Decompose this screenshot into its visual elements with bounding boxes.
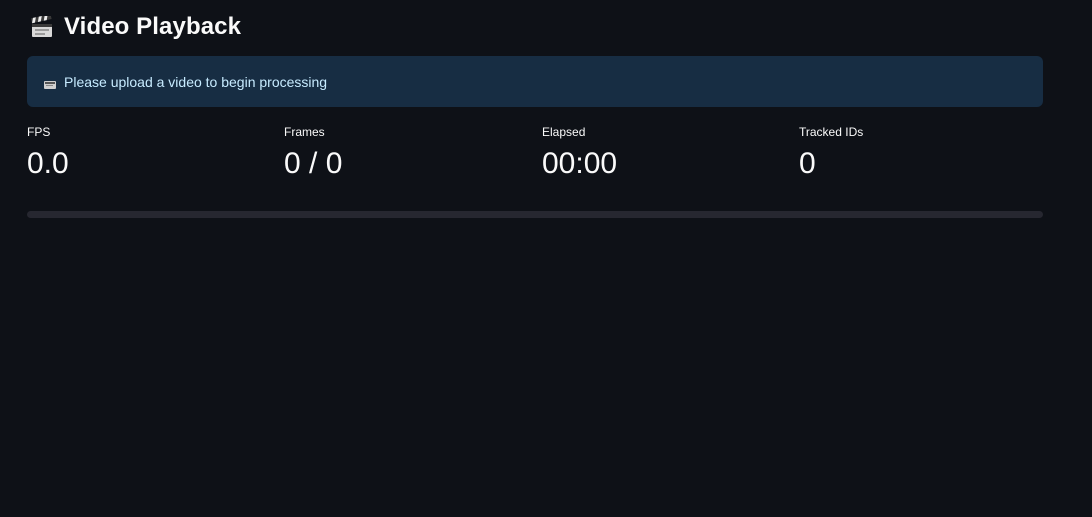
metrics-row: FPS 0.0 Frames 0 / 0 Elapsed 00:00 Track…	[27, 124, 1057, 194]
progress-bar	[27, 211, 1043, 218]
metric-label: FPS	[27, 125, 51, 139]
metric-label: Frames	[284, 125, 325, 139]
metric-fps: FPS 0.0	[27, 124, 267, 184]
page-header: Video Playback	[30, 10, 241, 44]
clapperboard-icon	[30, 16, 54, 38]
metric-elapsed: Elapsed 00:00	[542, 124, 782, 184]
metric-label: Tracked IDs	[799, 125, 864, 139]
metric-value: 0.0	[27, 147, 69, 180]
upload-info-message: Please upload a video to begin processin…	[64, 73, 328, 90]
metric-value: 0	[799, 147, 816, 180]
metric-frames: Frames 0 / 0	[284, 124, 524, 184]
metric-value: 00:00	[542, 147, 618, 180]
metric-label: Elapsed	[542, 125, 586, 139]
video-icon	[44, 77, 58, 89]
metric-tracked-ids: Tracked IDs 0	[799, 124, 1039, 184]
upload-info-alert: Please upload a video to begin processin…	[27, 56, 1043, 107]
page-title: Video Playback	[64, 13, 242, 40]
metric-value: 0 / 0	[284, 147, 343, 180]
video-playback-page: Video Playback Please upload a video to …	[0, 0, 1092, 517]
